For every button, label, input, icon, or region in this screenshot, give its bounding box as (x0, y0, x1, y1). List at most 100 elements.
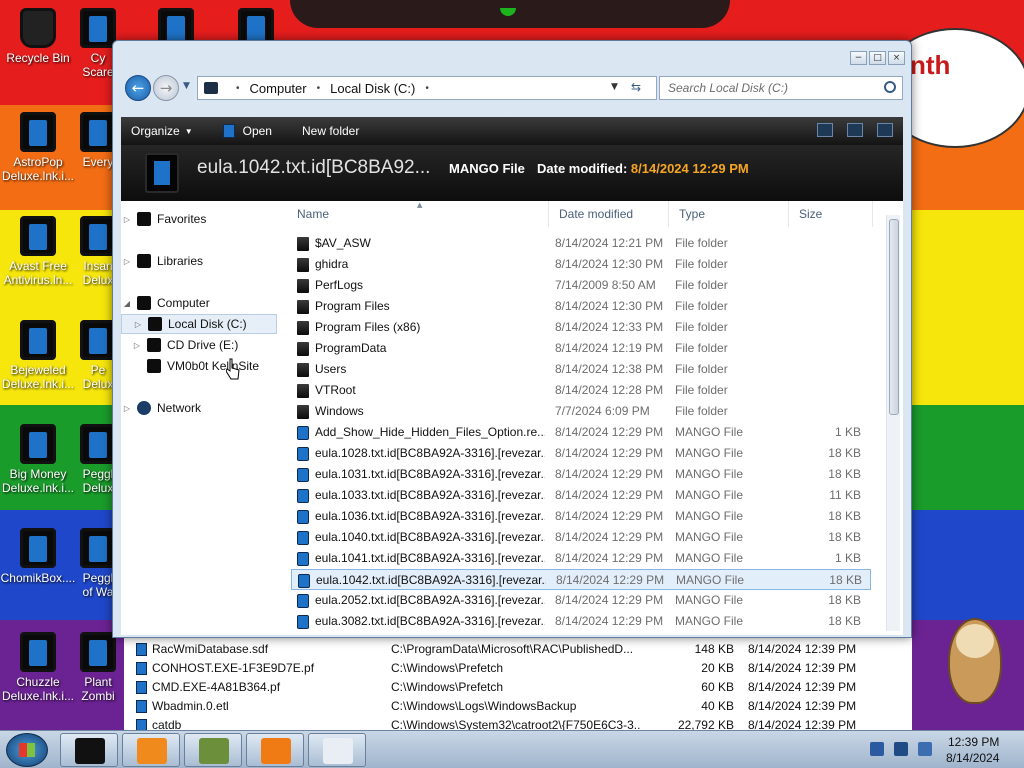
breadcrumb-arrow-icon[interactable]: • (317, 83, 321, 94)
search-result-row[interactable]: CONHOST.EXE-1F3E9D7E.pf C:\Windows\Prefet… (124, 659, 912, 678)
desktop-icon-recycle-bin[interactable]: Recycle Bin (0, 8, 76, 65)
desktop-icon-label: Big Money Deluxe.lnk.i... (1, 467, 75, 495)
nav-local-disk[interactable]: ▷ Local Disk (C:) (121, 314, 277, 334)
desktop-icon-astropop[interactable]: AstroPop Deluxe.lnk.i... (0, 112, 76, 183)
file-row[interactable]: Program Files 8/14/2024 12:30 PM File fold… (291, 296, 871, 317)
search-result-row[interactable]: catdb C:\Windows\System32\catroot2\{F750E… (124, 716, 912, 730)
file-row[interactable]: ProgramData 8/14/2024 12:19 PM File folder (291, 338, 871, 359)
file-row[interactable]: Program Files (x86) 8/14/2024 12:33 PM Fil… (291, 317, 871, 338)
expand-arrow-icon[interactable]: ▷ (121, 215, 133, 224)
desktop-icon-chuzzle[interactable]: Chuzzle Deluxe.lnk.i... (0, 632, 76, 703)
nav-label: Local Disk (C:) (168, 317, 247, 331)
open-button[interactable]: Open (222, 124, 272, 138)
nav-favorites[interactable]: ▷ Favorites (121, 209, 285, 229)
nav-network[interactable]: ▷ Network (121, 398, 285, 418)
minimize-button[interactable]: − (850, 51, 867, 65)
file-row[interactable]: Add_Show_Hide_Hidden_Files_Option.re... 8… (291, 422, 871, 443)
taskbar-button[interactable] (184, 733, 242, 767)
file-name: eula.1041.txt.id[BC8BA92A-3316].[revezar… (315, 551, 545, 565)
file-row[interactable]: $AV_ASW 8/14/2024 12:21 PM File folder (291, 233, 871, 254)
clock-time[interactable]: 12:39 PM (948, 735, 999, 749)
column-header-size[interactable]: Size (793, 201, 873, 227)
shield-icon[interactable] (870, 742, 884, 756)
file-row[interactable]: VTRoot 8/14/2024 12:28 PM File folder (291, 380, 871, 401)
vertical-scrollbar[interactable] (886, 215, 900, 631)
file-row[interactable]: eula.3082.txt.id[BC8BA92A-3316].[revezar… (291, 611, 871, 632)
open-label: Open (242, 124, 272, 138)
file-name: Windows (315, 404, 364, 418)
search-placeholder: Search Local Disk (C:) (668, 81, 789, 95)
change-view-icon[interactable] (817, 123, 833, 137)
file-date: 8/14/2024 12:29 PM (555, 509, 664, 523)
file-row[interactable]: Windows 7/7/2024 6:09 PM File folder (291, 401, 871, 422)
search-input[interactable]: Search Local Disk (C:) (659, 76, 903, 100)
file-row[interactable]: eula.1031.txt.id[BC8BA92A-3316].[revezar… (291, 464, 871, 485)
nav-computer[interactable]: ◢ Computer (121, 293, 285, 313)
file-row[interactable]: eula.1036.txt.id[BC8BA92A-3316].[revezar… (291, 506, 871, 527)
expand-arrow-icon[interactable]: ▷ (132, 320, 144, 329)
file-row[interactable]: eula.1040.txt.id[BC8BA92A-3316].[revezar… (291, 527, 871, 548)
clock-date[interactable]: 8/14/2024 (946, 751, 999, 765)
search-result-row[interactable]: Wbadmin.0.etl C:\Windows\Logs\WindowsBack… (124, 697, 912, 716)
search-result-row[interactable]: RacWmiDatabase.sdf C:\ProgramData\Microso… (124, 640, 912, 659)
address-dropdown-icon[interactable]: ▼ (611, 82, 618, 92)
column-header-date[interactable]: Date modified (553, 201, 669, 227)
nav-libraries[interactable]: ▷ Libraries (121, 251, 285, 271)
organize-button[interactable]: Organize ▼ (131, 124, 193, 138)
nav-cd-drive[interactable]: ▷ CD Drive (E:) (121, 335, 285, 355)
file-row[interactable]: eula.1041.txt.id[BC8BA92A-3316].[revezar… (291, 548, 871, 569)
file-row[interactable]: eula.1028.txt.id[BC8BA92A-3316].[revezar… (291, 443, 871, 464)
recent-pages-chevron-icon[interactable]: ▼ (183, 81, 190, 91)
back-button[interactable]: ← (125, 75, 151, 101)
expand-arrow-icon[interactable]: ▷ (121, 404, 133, 413)
desktop-icon-bejeweled[interactable]: Bejeweled Deluxe.lnk.i... (0, 320, 76, 391)
file-row[interactable]: Users 8/14/2024 12:38 PM File folder (291, 359, 871, 380)
expand-arrow-icon[interactable]: ▷ (131, 341, 143, 350)
folder-icon (297, 384, 309, 398)
file-row[interactable]: ghidra 8/14/2024 12:30 PM File folder (291, 254, 871, 275)
result-name: Wbadmin.0.etl (152, 699, 229, 713)
maximize-button[interactable]: □ (869, 51, 886, 65)
breadcrumb-arrow-icon[interactable]: • (425, 83, 429, 94)
volume-icon[interactable] (918, 742, 932, 756)
desktop-icon-chomikbox[interactable]: ChomikBox.... (0, 528, 76, 585)
result-size: 148 KB (694, 642, 734, 656)
folder-icon (297, 258, 309, 272)
taskbar-button[interactable] (60, 733, 118, 767)
taskbar-button[interactable] (122, 733, 180, 767)
address-bar[interactable]: • Computer • Local Disk (C:) • (197, 76, 657, 100)
file-date: 8/14/2024 12:33 PM (555, 320, 664, 334)
file-row[interactable]: eula.1033.txt.id[BC8BA92A-3316].[revezar… (291, 485, 871, 506)
scrollbar-thumb[interactable] (889, 219, 899, 415)
file-size: 18 KB (828, 614, 861, 628)
preview-pane-icon[interactable] (847, 123, 863, 137)
new-folder-button[interactable]: New folder (302, 124, 359, 138)
search-icon[interactable] (884, 81, 896, 93)
start-button[interactable] (6, 733, 48, 767)
file-name: VTRoot (315, 383, 356, 397)
file-row[interactable]: eula.2052.txt.id[BC8BA92A-3316].[revezar… (291, 590, 871, 611)
taskbar-button[interactable] (246, 733, 304, 767)
close-button[interactable]: × (888, 51, 905, 65)
file-row[interactable]: PerfLogs 7/14/2009 8:50 AM File folder (291, 275, 871, 296)
breadcrumb-local-disk[interactable]: Local Disk (C:) (330, 81, 415, 96)
desktop-icon-avast[interactable]: Avast Free Antivirus.ln... (0, 216, 76, 287)
search-result-row[interactable]: CMD.EXE-4A81B364.pf C:\Windows\Prefetch 60… (124, 678, 912, 697)
taskbar-button[interactable] (308, 733, 366, 767)
breadcrumb-computer[interactable]: Computer (250, 81, 307, 96)
help-icon[interactable] (877, 123, 893, 137)
recycle-bin-icon (20, 8, 56, 48)
desktop-icon-big-money[interactable]: Big Money Deluxe.lnk.i... (0, 424, 76, 495)
column-header-type[interactable]: Type (673, 201, 789, 227)
nav-vm-site[interactable]: VM0b0t KellnSite (121, 356, 285, 376)
breadcrumb-arrow-icon[interactable]: • (236, 83, 240, 94)
forward-button[interactable]: → (153, 75, 179, 101)
expand-arrow-icon[interactable]: ▷ (121, 257, 133, 266)
desktop-icon-plants[interactable]: Plant Zombi (78, 632, 118, 703)
refresh-icon[interactable]: ⇆ (631, 80, 641, 94)
wallpaper-dark-shape (290, 0, 730, 28)
desktop-icon-label: ChomikBox.... (0, 571, 76, 585)
network-tray-icon[interactable] (894, 742, 908, 756)
collapse-arrow-icon[interactable]: ◢ (121, 299, 133, 308)
file-row[interactable]: eula.1042.txt.id[BC8BA92A-3316].[revezar… (291, 569, 871, 590)
